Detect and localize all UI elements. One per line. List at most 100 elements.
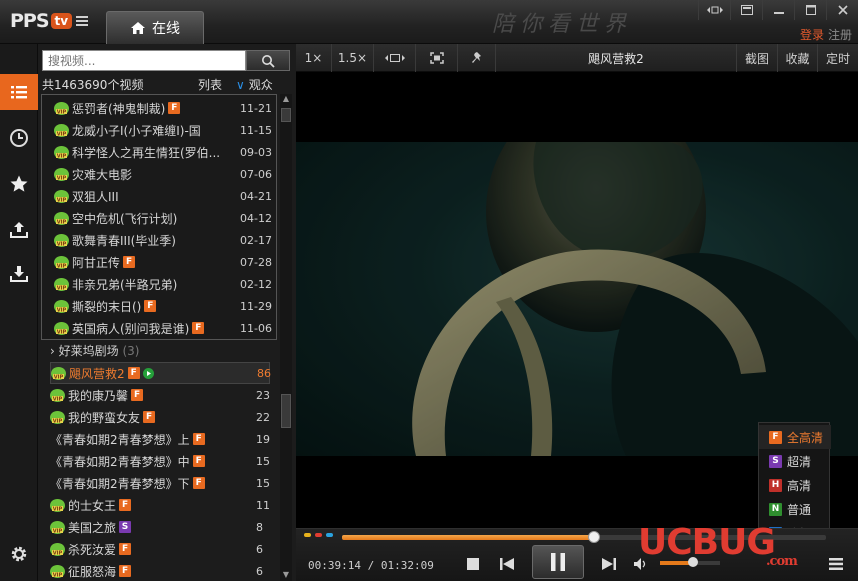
sub-row[interactable]: VIP 英国病人(别问我是谁) F 11-06 xyxy=(54,317,276,339)
pin-top-button[interactable] xyxy=(458,44,496,72)
scrollbar[interactable]: ▲ ▼ xyxy=(280,94,292,581)
close-button[interactable] xyxy=(826,0,858,20)
next-icon xyxy=(602,558,616,570)
rail-upload-button[interactable] xyxy=(0,212,38,248)
vip-icon: VIP xyxy=(54,211,69,225)
clock-icon xyxy=(10,129,28,147)
speed-1x-button[interactable]: 1× xyxy=(296,44,332,72)
vip-icon: VIP xyxy=(54,101,69,115)
time-display: 00:39:14 / 01:32:09 xyxy=(308,559,434,572)
sub-row[interactable]: VIP 歌舞青春III(毕业季) 02-17 xyxy=(54,229,276,251)
skin-button[interactable] xyxy=(730,0,762,20)
scroll-thumb-top[interactable] xyxy=(281,108,291,122)
watermark-uc: UC xyxy=(638,522,693,563)
login-link[interactable]: 登录 xyxy=(800,28,824,42)
fullscreen-button[interactable] xyxy=(416,44,458,72)
previous-button[interactable] xyxy=(496,551,518,577)
rail-favorites-button[interactable] xyxy=(0,166,38,202)
watermark: UCBUG .com xyxy=(638,522,798,569)
pps-logo[interactable]: PPS tv xyxy=(10,10,89,32)
quality-option-n[interactable]: N 普通 xyxy=(759,497,831,521)
speed-1-5x-button[interactable]: 1.5× xyxy=(332,44,374,72)
main-row[interactable]: 《青春如期2青春梦想》上 F 19 xyxy=(50,428,270,450)
status-dot xyxy=(326,533,333,537)
register-link[interactable]: 注册 xyxy=(828,28,852,42)
main-row[interactable]: VIP 飓风营救2 F 86 xyxy=(50,362,271,384)
video-count: 共1463690个视频 xyxy=(42,78,144,92)
playlist-toggle-button[interactable] xyxy=(824,551,848,577)
slogan: 陪你看世界 xyxy=(492,12,633,37)
vip-icon: VIP xyxy=(54,167,69,181)
video-date: 02-17 xyxy=(240,233,272,247)
svg-text:VIP: VIP xyxy=(53,506,63,512)
screenshot-button[interactable]: 截图 xyxy=(736,44,778,72)
sub-row[interactable]: VIP 非亲兄弟(半路兄弟) 02-12 xyxy=(54,273,276,295)
maximize-button[interactable] xyxy=(794,0,826,20)
quality-badge-f: F xyxy=(192,433,205,445)
main-row[interactable]: VIP 我的野蛮女友 F 22 xyxy=(50,406,270,428)
quality-option-h[interactable]: H 高清 xyxy=(759,473,831,497)
sub-row[interactable]: VIP 阿甘正传 F 07-28 xyxy=(54,251,276,273)
quality-badge-f: F xyxy=(131,389,144,401)
aspect-button[interactable] xyxy=(374,44,416,72)
audience-dropdown[interactable]: ∨ 观众 xyxy=(236,76,273,93)
main-row[interactable]: VIP 杀死汝爱 F 6 xyxy=(50,538,270,560)
video-date: 11-29 xyxy=(240,299,272,313)
search-input[interactable] xyxy=(42,50,246,71)
scroll-up-arrow[interactable]: ▲ xyxy=(281,94,291,104)
main-row[interactable]: 《青春如期2青春梦想》中 F 15 xyxy=(50,450,270,472)
category-hollywood[interactable]: › 好莱坞剧场 (3) xyxy=(50,342,139,359)
sub-row[interactable]: VIP 空中危机(飞行计划) 04-12 xyxy=(54,207,276,229)
next-button[interactable] xyxy=(598,551,620,577)
favorite-button[interactable]: 收藏 xyxy=(778,44,818,72)
quality-option-s[interactable]: S 超清 xyxy=(759,449,831,473)
playlist-icon xyxy=(829,558,843,570)
scroll-down-arrow[interactable]: ▼ xyxy=(281,570,291,580)
video-date: 04-12 xyxy=(240,211,272,225)
timer-button[interactable]: 定时 xyxy=(818,44,858,72)
video-title: 《青春如期2青春梦想》中 xyxy=(50,454,190,469)
sub-row[interactable]: VIP 双狙人III 04-21 xyxy=(54,185,276,207)
quality-option-f[interactable]: F 全高清 xyxy=(759,425,831,449)
main-row[interactable]: VIP 征服怒海 F 6 xyxy=(50,560,270,581)
window-controls xyxy=(698,0,858,20)
status-dot xyxy=(315,533,322,537)
vip-icon: VIP xyxy=(54,189,69,203)
sub-row[interactable]: VIP 科学怪人之再生情狂(罗伯... 09-03 xyxy=(54,141,276,163)
progress-handle[interactable] xyxy=(587,531,600,543)
sort-list-button[interactable]: 列表 xyxy=(198,76,222,93)
video-view-count: 6 xyxy=(256,564,263,578)
video-scene-image xyxy=(296,142,858,456)
rail-list-button[interactable] xyxy=(0,74,38,110)
sub-row[interactable]: VIP 龙威小子I(小子难缠I)-国 11-15 xyxy=(54,119,276,141)
sub-row[interactable]: VIP 撕裂的末日() F 11-29 xyxy=(54,295,276,317)
video-frame[interactable] xyxy=(296,142,858,456)
stop-button[interactable] xyxy=(462,551,484,577)
sub-row[interactable]: VIP 灾难大电影 07-06 xyxy=(54,163,276,185)
main-row[interactable]: 《青春如期2青春梦想》下 F 15 xyxy=(50,472,270,494)
svg-text:VIP: VIP xyxy=(57,175,67,181)
mini-mode-button[interactable] xyxy=(698,0,730,20)
main-menu-icon[interactable] xyxy=(76,16,89,26)
svg-text:VIP: VIP xyxy=(57,329,67,335)
scroll-thumb[interactable] xyxy=(281,394,291,428)
playing-icon xyxy=(142,367,154,379)
video-title: 飓风营救2 xyxy=(69,366,125,381)
minimize-button[interactable] xyxy=(762,0,794,20)
rail-download-button[interactable] xyxy=(0,256,38,292)
main-row[interactable]: VIP 我的康乃馨 F 23 xyxy=(50,384,270,406)
main-row[interactable]: VIP 美国之旅 S 8 xyxy=(50,516,270,538)
maximize-icon xyxy=(805,5,816,15)
video-title: 龙威小子I(小子难缠I)-国 xyxy=(72,123,201,138)
video-title: 我的野蛮女友 xyxy=(68,410,141,425)
search-button[interactable] xyxy=(246,50,290,71)
tab-online[interactable]: 在线 xyxy=(106,11,204,44)
rail-settings-button[interactable] xyxy=(0,536,38,572)
sub-row[interactable]: VIP 惩罚者(神鬼制裁) F 11-21 xyxy=(54,97,276,119)
main-row[interactable]: VIP 的士女王 F 11 xyxy=(50,494,270,516)
rail-history-button[interactable] xyxy=(0,120,38,156)
quality-label: 全高清 xyxy=(787,430,824,445)
vip-icon: VIP xyxy=(54,145,69,159)
progress-fill xyxy=(342,535,594,540)
pause-button[interactable] xyxy=(532,545,584,579)
